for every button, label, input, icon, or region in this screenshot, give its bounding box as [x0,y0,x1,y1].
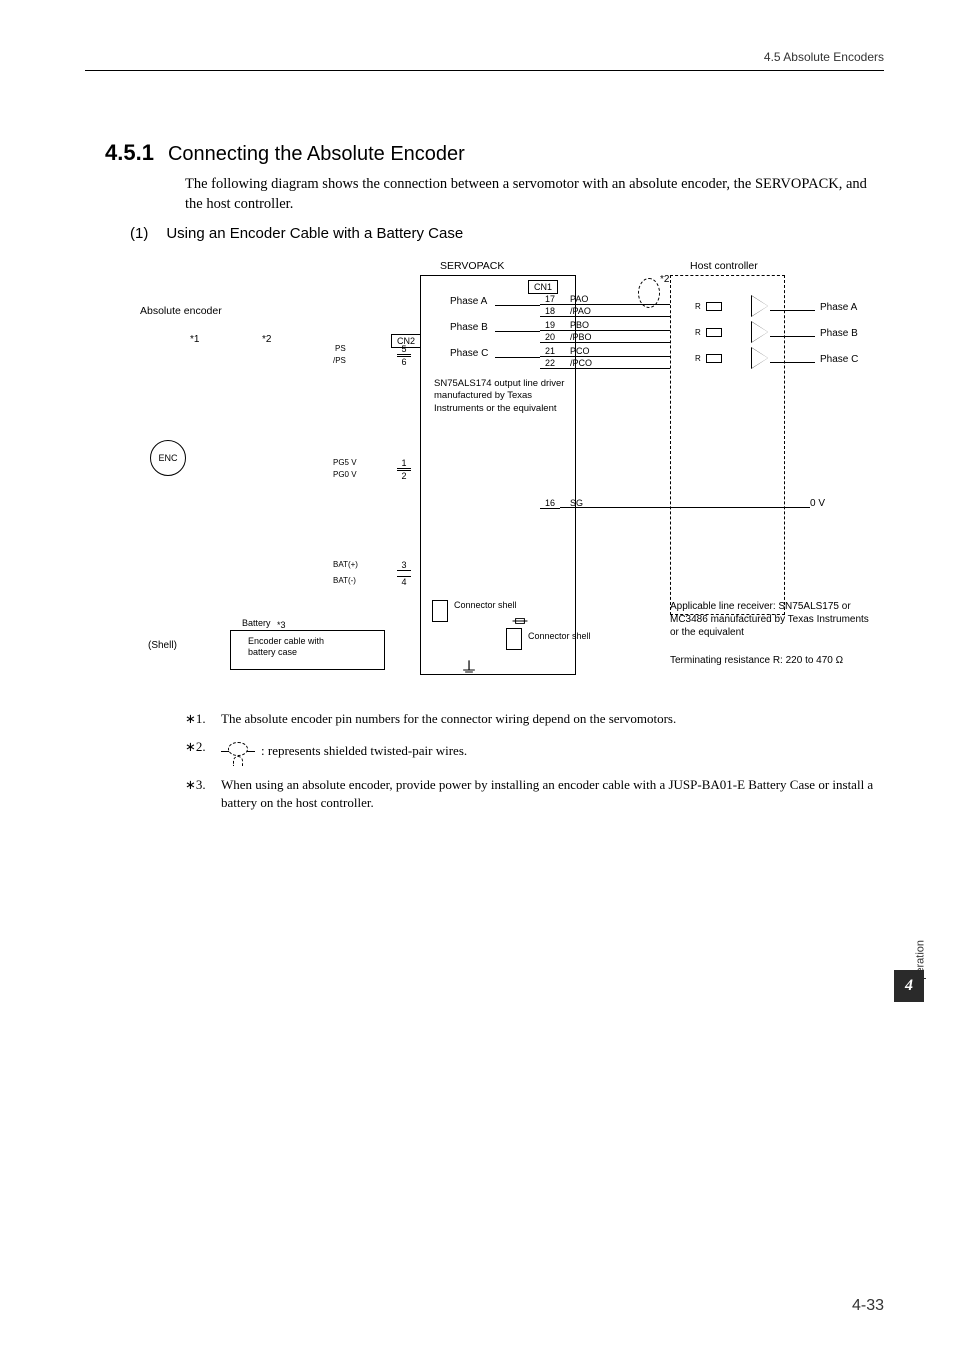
signal-pcon: /PCO [570,358,592,368]
signal-pbon: /PBO [570,332,592,342]
footnote-num: ∗3. [185,776,209,812]
footnote-num: ∗2. [185,738,209,766]
wire [560,507,810,508]
resistor-r1: R [695,302,701,311]
wire [495,357,540,358]
connector-shell-label-2: Connector shell [528,632,591,641]
sn74-driver-text: SN75ALS174 output line driver manufactur… [434,378,574,415]
wire [560,342,670,343]
phase-b-right: Phase B [820,328,858,339]
pin-5: 5 [397,344,411,355]
wire [560,316,670,317]
wire [770,310,815,311]
resistor-box-icon [706,328,722,337]
phase-b-left: Phase B [450,322,488,333]
wiring-diagram: SERVOPACK Host controller Absolute encod… [140,260,880,710]
footnote-text: : represents shielded twisted-pair wires… [221,738,879,766]
signal-pao: PAO [570,294,588,304]
shielded-pair-icon [221,738,255,766]
applicable-receiver-text: Applicable line receiver: SN75ALS175 or … [670,600,870,639]
pin-19: 19 [540,320,560,331]
resistor-box-icon [706,302,722,311]
shielded-pair-icon [638,278,660,308]
star2-right: *2 [660,274,669,285]
pin-6: 6 [397,356,411,367]
pin-21: 21 [540,346,560,357]
resistor-r2: R [695,328,701,337]
servopack-label: SERVOPACK [440,260,504,272]
wire [560,368,670,369]
line-receiver-icon [752,348,768,368]
zero-volt: 0 V [810,498,825,509]
footnote-3: ∗3. When using an absolute encoder, prov… [185,776,879,812]
section-title: Connecting the Absolute Encoder [168,143,465,166]
footnote-num: ∗1. [185,710,209,728]
pin-4: 4 [397,576,411,587]
bat-minus-label: BAT(-) [333,576,356,585]
encoder-cable-label: Encoder cable with battery case [248,636,338,658]
bat-plus-label: BAT(+) [333,560,358,569]
star3: *3 [277,620,286,630]
wire [560,330,670,331]
phase-a-right: Phase A [820,302,857,313]
pin-16: 16 [540,498,560,509]
line-receiver-icon [752,322,768,342]
battery-label: Battery [242,618,271,628]
footnotes: ∗1. The absolute encoder pin numbers for… [185,710,879,823]
subsection-heading: (1) Using an Encoder Cable with a Batter… [130,225,463,242]
pin-20: 20 [540,332,560,343]
pin-2: 2 [397,470,411,481]
header-rule [85,70,884,71]
encoder-circle: ENC [150,440,186,476]
footnote-2: ∗2. : represents shielded twisted-pair w… [185,738,879,766]
phase-c-left: Phase C [450,348,488,359]
ground-icon: ⏚ [460,655,478,681]
connector-shell-label-1: Connector shell [454,601,517,610]
pin-17: 17 [540,294,560,305]
section-intro: The following diagram shows the connecti… [185,175,879,214]
footnote-text: When using an absolute encoder, provide … [221,776,879,812]
star1: *1 [190,334,199,345]
section-heading: 4.5.1 Connecting the Absolute Encoder [105,140,465,166]
connector-shell-icon [432,600,448,622]
header-breadcrumb: 4.5 Absolute Encoders [764,50,884,64]
host-controller-label: Host controller [690,260,758,272]
absolute-encoder-label: Absolute encoder [140,305,222,317]
cn1-box: CN1 [528,280,558,294]
psn-label: /PS [333,356,346,365]
wire [770,336,815,337]
phase-c-right: Phase C [820,354,858,365]
frame-ground-icon: ⏛ [512,608,528,632]
shell-label: (Shell) [148,640,177,651]
signal-pbo: PBO [570,320,589,330]
line-receiver-icon [752,296,768,316]
terminating-resistance-text: Terminating resistance R: 220 to 470 Ω [670,655,880,666]
pg0v-label: PG0 V [333,470,357,479]
resistor-box-icon [706,354,722,363]
footnote-2-text-content: : represents shielded twisted-pair wires… [261,743,467,758]
subsection-number: (1) [130,225,148,242]
signal-pco: PCO [570,346,590,356]
wire [495,305,540,306]
footnote-1: ∗1. The absolute encoder pin numbers for… [185,710,879,728]
pin-1: 1 [397,458,411,469]
page-number: 4-33 [852,1297,884,1315]
pin-22: 22 [540,358,560,369]
wire [560,356,670,357]
footnote-text: The absolute encoder pin numbers for the… [221,710,879,728]
signal-paon: /PAO [570,306,591,316]
side-tab-number: 4 [894,970,924,1002]
resistor-r3: R [695,354,701,363]
phase-a-left: Phase A [450,296,487,307]
ps-label: PS [335,344,346,353]
pin-3: 3 [397,560,411,571]
pin-18: 18 [540,306,560,317]
pg5v-label: PG5 V [333,458,357,467]
wire [770,362,815,363]
subsection-title: Using an Encoder Cable with a Battery Ca… [166,225,463,242]
section-number: 4.5.1 [105,140,154,166]
star2-left: *2 [262,334,271,345]
wire [495,331,540,332]
